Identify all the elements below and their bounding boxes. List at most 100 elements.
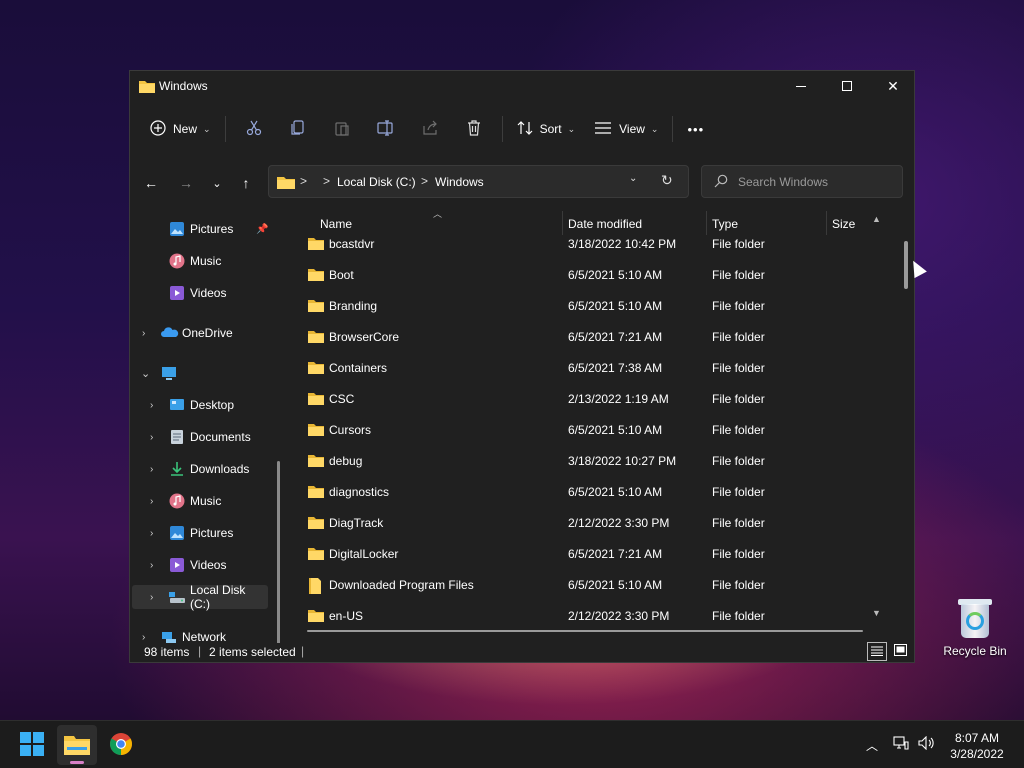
chevron-right-icon[interactable]: › bbox=[150, 496, 153, 507]
minimize-button[interactable] bbox=[778, 71, 824, 101]
breadcrumb-separator[interactable]: > bbox=[421, 174, 428, 188]
chevron-right-icon[interactable]: › bbox=[142, 328, 145, 339]
more-options-button[interactable]: ••• bbox=[679, 113, 712, 145]
search-box[interactable] bbox=[701, 165, 903, 198]
table-row[interactable]: DiagTrack 2/12/2022 3:30 PM File folder bbox=[300, 507, 900, 538]
table-row[interactable]: Containers 6/5/2021 7:38 AM File folder bbox=[300, 352, 900, 383]
maximize-button[interactable] bbox=[824, 71, 870, 101]
column-header-date[interactable]: Date modified bbox=[568, 211, 642, 237]
back-button[interactable]: ← bbox=[137, 169, 165, 197]
forward-button[interactable]: → bbox=[172, 169, 200, 197]
title-bar[interactable]: Windows ✕ bbox=[130, 71, 914, 103]
sidebar-item-pictures[interactable]: › Pictures bbox=[132, 521, 268, 545]
clock[interactable]: 8:07 AM 3/28/2022 bbox=[940, 730, 1014, 762]
table-row[interactable]: bcastdvr 3/18/2022 10:42 PM File folder bbox=[300, 237, 900, 259]
chevron-right-icon[interactable]: › bbox=[150, 560, 153, 571]
close-button[interactable]: ✕ bbox=[870, 71, 916, 101]
rename-button[interactable] bbox=[370, 113, 402, 145]
refresh-icon[interactable]: ↻ bbox=[661, 172, 673, 189]
file-name: Downloaded Program Files bbox=[329, 578, 474, 592]
taskbar-chrome[interactable] bbox=[101, 725, 141, 765]
view-button[interactable]: View ⌄ bbox=[587, 113, 666, 145]
chevron-down-icon[interactable]: ⌄ bbox=[141, 367, 150, 380]
large-icons-view-button[interactable] bbox=[890, 642, 910, 661]
sidebar-item-label: Local Disk (C:) bbox=[190, 583, 246, 611]
sidebar-item-videos-quick[interactable]: Videos bbox=[132, 281, 268, 305]
chevron-right-icon[interactable]: › bbox=[150, 592, 153, 603]
horizontal-scrollbar-thumb[interactable] bbox=[307, 630, 863, 632]
address-dropdown-icon[interactable]: ⌄ bbox=[629, 173, 637, 184]
sidebar-item-documents[interactable]: › Documents bbox=[132, 425, 268, 449]
chevron-right-icon[interactable]: › bbox=[150, 432, 153, 443]
sidebar-scrollbar[interactable] bbox=[277, 461, 280, 643]
new-label: New bbox=[173, 122, 198, 136]
sort-ascending-icon: ︿ bbox=[433, 211, 443, 219]
sidebar-item-this-pc[interactable]: ⌄ bbox=[132, 361, 268, 385]
start-button[interactable] bbox=[12, 725, 52, 765]
table-row[interactable]: en-US 2/12/2022 3:30 PM File folder bbox=[300, 600, 900, 631]
scroll-up-arrow-icon[interactable]: ▲ bbox=[872, 214, 881, 224]
show-hidden-icons-chevron-icon[interactable]: ︿ bbox=[866, 737, 878, 754]
new-button[interactable]: New ⌄ bbox=[142, 113, 219, 145]
table-row[interactable]: DigitalLocker 6/5/2021 7:21 AM File folder bbox=[300, 538, 900, 569]
table-row[interactable]: diagnostics 6/5/2021 5:10 AM File folder bbox=[300, 476, 900, 507]
chevron-right-icon[interactable]: › bbox=[150, 400, 153, 411]
search-input[interactable] bbox=[738, 173, 896, 191]
file-date: 6/5/2021 5:10 AM bbox=[568, 268, 663, 282]
recycle-bin-desktop-icon[interactable]: Recycle Bin bbox=[938, 596, 1012, 658]
column-divider[interactable] bbox=[562, 211, 563, 235]
sidebar-item-music[interactable]: › Music bbox=[132, 489, 268, 513]
network-status-icon[interactable] bbox=[893, 736, 909, 753]
pictures-icon bbox=[169, 525, 185, 541]
table-row[interactable]: Boot 6/5/2021 5:10 AM File folder bbox=[300, 259, 900, 290]
file-type: File folder bbox=[712, 392, 765, 406]
breadcrumb-windows[interactable]: Windows bbox=[435, 175, 484, 189]
scroll-down-arrow-icon[interactable]: ▼ bbox=[872, 608, 881, 618]
table-row[interactable]: BrowserCore 6/5/2021 7:21 AM File folder bbox=[300, 321, 900, 352]
chevron-right-icon[interactable]: › bbox=[150, 528, 153, 539]
sidebar-item-pictures-quick[interactable]: Pictures 📌 bbox=[132, 217, 268, 241]
chevron-right-icon[interactable]: › bbox=[150, 464, 153, 475]
pin-icon[interactable]: 📌 bbox=[256, 224, 268, 235]
details-view-button[interactable] bbox=[867, 642, 887, 661]
item-count: 98 items bbox=[144, 645, 190, 659]
sidebar-item-label: Pictures bbox=[190, 222, 234, 236]
address-bar[interactable]: > > Local Disk (C:) > Windows ⌄ ↻ bbox=[268, 165, 689, 198]
copy-button[interactable] bbox=[282, 113, 314, 145]
sidebar-item-videos[interactable]: › Videos bbox=[132, 553, 268, 577]
table-row[interactable]: Cursors 6/5/2021 5:10 AM File folder bbox=[300, 414, 900, 445]
table-row[interactable]: Branding 6/5/2021 5:10 AM File folder bbox=[300, 290, 900, 321]
table-row[interactable]: Downloaded Program Files 6/5/2021 5:10 AM… bbox=[300, 569, 900, 600]
table-row[interactable]: CSC 2/13/2022 1:19 AM File folder bbox=[300, 383, 900, 414]
sort-button[interactable]: Sort ⌄ bbox=[509, 113, 584, 145]
recent-locations-button[interactable]: ⌄ bbox=[203, 169, 231, 197]
breadcrumb-separator[interactable]: > bbox=[300, 174, 307, 188]
taskbar-file-explorer[interactable] bbox=[57, 725, 97, 765]
navigation-pane: Pictures 📌 Music Videos › OneDrive ⌄ › D… bbox=[130, 211, 280, 643]
large-icons-view-icon bbox=[893, 644, 907, 659]
breadcrumb-local-disk[interactable]: Local Disk (C:) bbox=[337, 175, 416, 189]
sidebar-item-onedrive[interactable]: › OneDrive bbox=[132, 321, 268, 345]
column-divider[interactable] bbox=[826, 211, 827, 235]
volume-icon[interactable] bbox=[918, 735, 936, 753]
column-divider[interactable] bbox=[706, 211, 707, 235]
up-button[interactable]: ↑ bbox=[232, 169, 260, 197]
paste-button[interactable] bbox=[326, 113, 358, 145]
delete-button[interactable] bbox=[458, 113, 490, 145]
sidebar-item-desktop[interactable]: › Desktop bbox=[132, 393, 268, 417]
sidebar-item-local-disk[interactable]: › Local Disk (C:) bbox=[132, 583, 268, 611]
sidebar-item-downloads[interactable]: › Downloads bbox=[132, 457, 268, 481]
breadcrumb-separator[interactable]: > bbox=[323, 174, 330, 188]
column-header-name[interactable]: Name bbox=[320, 211, 352, 237]
file-type: File folder bbox=[712, 547, 765, 561]
sidebar-item-music-quick[interactable]: Music bbox=[132, 249, 268, 273]
folder-icon bbox=[139, 79, 155, 96]
table-row[interactable]: debug 3/18/2022 10:27 PM File folder bbox=[300, 445, 900, 476]
cut-button[interactable] bbox=[238, 113, 270, 145]
column-header-type[interactable]: Type bbox=[712, 211, 738, 237]
file-type: File folder bbox=[712, 516, 765, 530]
sort-label: Sort bbox=[539, 122, 562, 136]
column-header-size[interactable]: Size bbox=[832, 211, 855, 237]
share-button[interactable] bbox=[414, 113, 446, 145]
sidebar-item-label: OneDrive bbox=[182, 326, 233, 340]
